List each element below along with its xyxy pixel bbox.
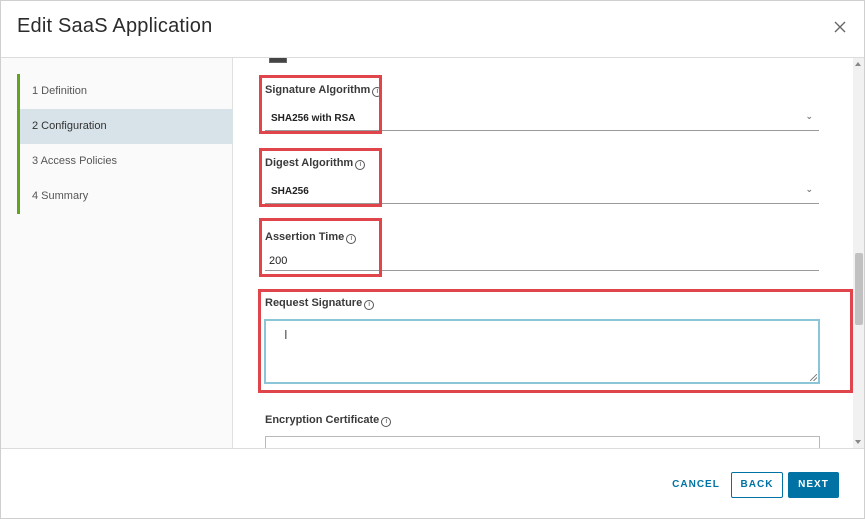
next-button[interactable]: NEXT bbox=[788, 472, 839, 498]
assertion-time-input[interactable]: 200 bbox=[265, 250, 819, 271]
signature-algorithm-label-text: Signature Algorithm bbox=[265, 84, 371, 96]
signature-algorithm-label: Signature Algorithm i bbox=[265, 84, 383, 97]
wizard-steps: 1 Definition 2 Configuration 3 Access Po… bbox=[17, 74, 235, 214]
chevron-down-icon: ⌄ bbox=[805, 111, 813, 121]
request-signature-textarea[interactable]: I bbox=[264, 319, 820, 384]
close-icon[interactable] bbox=[830, 17, 850, 37]
step-definition[interactable]: 1 Definition bbox=[20, 74, 233, 109]
chevron-down-icon: ⌄ bbox=[805, 184, 813, 194]
scroll-thumb[interactable] bbox=[855, 253, 863, 325]
info-icon[interactable]: i bbox=[372, 87, 383, 97]
back-button[interactable]: BACK bbox=[731, 472, 783, 498]
cancel-button[interactable]: CANCEL bbox=[669, 472, 723, 498]
assertion-time-value: 200 bbox=[269, 255, 288, 267]
request-signature-label: Request Signature i bbox=[265, 297, 375, 310]
encryption-certificate-label: Encryption Certificate i bbox=[265, 414, 392, 427]
content-scrollbar[interactable] bbox=[853, 58, 864, 448]
signature-algorithm-select[interactable]: SHA256 with RSA ⌄ bbox=[265, 104, 819, 131]
assertion-time-label-text: Assertion Time bbox=[265, 231, 345, 243]
step-access-policies[interactable]: 3 Access Policies bbox=[20, 144, 233, 179]
edit-saas-application-dialog: Edit SaaS Application 1 Definition 2 Con… bbox=[0, 0, 865, 519]
scroll-down-icon[interactable] bbox=[855, 440, 861, 444]
info-icon[interactable]: i bbox=[364, 300, 375, 310]
digest-algorithm-value: SHA256 bbox=[271, 186, 309, 197]
dialog-title: Edit SaaS Application bbox=[17, 15, 213, 37]
info-icon[interactable]: i bbox=[346, 234, 357, 244]
digest-algorithm-label: Digest Algorithm i bbox=[265, 157, 366, 170]
digest-algorithm-label-text: Digest Algorithm bbox=[265, 157, 354, 169]
digest-algorithm-select[interactable]: SHA256 ⌄ bbox=[265, 177, 819, 204]
step-configuration[interactable]: 2 Configuration bbox=[20, 109, 233, 144]
wizard-steps-sidebar: 1 Definition 2 Configuration 3 Access Po… bbox=[1, 58, 233, 448]
scroll-up-icon[interactable] bbox=[855, 62, 861, 66]
assertion-time-label: Assertion Time i bbox=[265, 231, 357, 244]
resize-handle[interactable] bbox=[810, 374, 817, 381]
encryption-certificate-textarea[interactable] bbox=[265, 436, 820, 448]
info-icon[interactable]: i bbox=[355, 160, 366, 170]
signature-algorithm-value: SHA256 with RSA bbox=[271, 113, 356, 124]
request-signature-label-text: Request Signature bbox=[265, 297, 363, 309]
checkbox-partial[interactable] bbox=[269, 58, 287, 63]
encryption-certificate-label-text: Encryption Certificate bbox=[265, 414, 380, 426]
dialog-header: Edit SaaS Application bbox=[1, 1, 864, 58]
configuration-form: Signature Algorithm i SHA256 with RSA ⌄ D… bbox=[233, 58, 853, 448]
dialog-footer: CANCEL BACK NEXT bbox=[1, 448, 864, 518]
info-icon[interactable]: i bbox=[381, 417, 392, 427]
text-cursor-icon: I bbox=[284, 327, 288, 342]
step-summary[interactable]: 4 Summary bbox=[20, 179, 233, 214]
